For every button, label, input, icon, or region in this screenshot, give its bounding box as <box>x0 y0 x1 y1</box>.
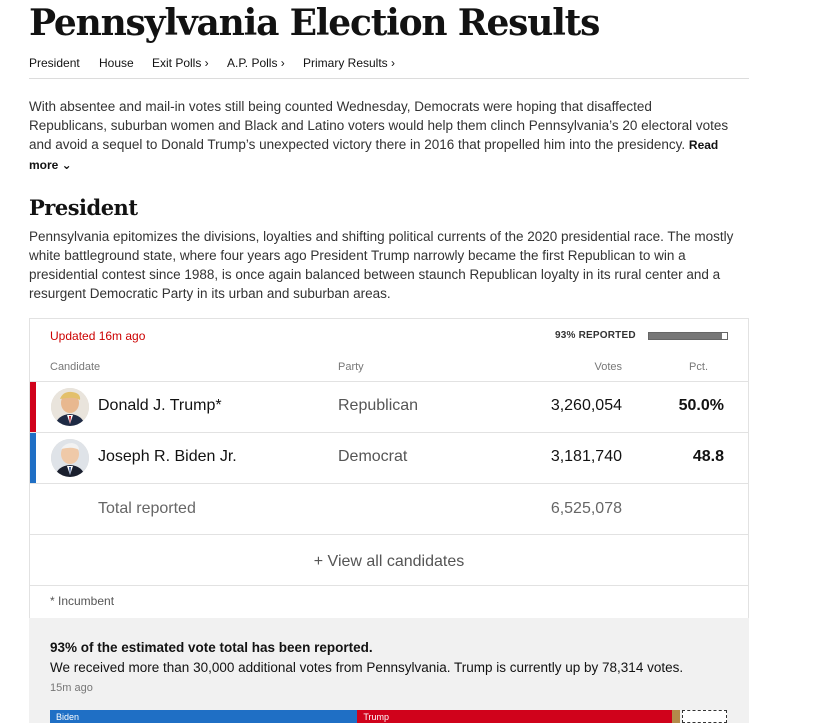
party-color-stripe <box>30 382 36 432</box>
estimate-headline: 93% of the estimated vote total has been… <box>50 640 373 655</box>
section-title: President <box>29 195 138 220</box>
view-all-row: + View all candidates <box>30 534 748 585</box>
total-row: Total reported 6,525,078 <box>30 483 748 534</box>
estimate-timestamp: 15m ago <box>50 682 93 694</box>
candidate-row-biden: Joseph R. Biden Jr. Democrat 3,181,740 4… <box>30 432 748 483</box>
candidate-avatar-trump <box>51 388 89 426</box>
nav-primary-results[interactable]: Primary Results › <box>303 56 395 70</box>
view-all-candidates-button[interactable]: + View all candidates <box>30 553 748 571</box>
candidate-pct: 48.8 <box>692 448 724 465</box>
vote-bar-segment-remaining <box>682 710 727 723</box>
estimate-body: We received more than 30,000 additional … <box>50 660 684 675</box>
incumbent-note: * Incumbent <box>50 594 115 608</box>
nav-exit-polls[interactable]: Exit Polls › <box>152 56 209 70</box>
footnote-row <box>30 585 748 620</box>
header-votes: Votes <box>594 361 622 373</box>
header-pct: Pct. <box>689 361 708 373</box>
updated-timestamp: Updated 16m ago <box>50 329 146 343</box>
vote-bar-segment-trump: Trump <box>357 710 673 723</box>
total-votes: 6,525,078 <box>550 500 622 517</box>
party-color-stripe <box>30 433 36 483</box>
nav-ap-polls[interactable]: A.P. Polls › <box>227 56 285 70</box>
candidate-name: Donald J. Trump* <box>98 397 222 414</box>
vote-estimate-panel: 93% of the estimated vote total has been… <box>29 618 749 723</box>
page-title: Pennsylvania Election Results <box>29 2 600 44</box>
candidate-party: Democrat <box>338 448 408 465</box>
intro-paragraph: With absentee and mail-in votes still be… <box>29 97 729 175</box>
reported-progress-bar <box>648 332 728 340</box>
candidate-avatar-biden <box>51 439 89 477</box>
header-candidate: Candidate <box>50 361 101 373</box>
candidate-pct: 50.0% <box>678 397 724 414</box>
section-description: Pennsylvania epitomizes the divisions, l… <box>29 229 734 301</box>
total-label: Total reported <box>98 500 196 517</box>
estimated-vote-bar: Biden Trump <box>50 710 727 723</box>
intro-text: With absentee and mail-in votes still be… <box>29 99 729 152</box>
candidate-votes: 3,181,740 <box>550 448 622 465</box>
vote-bar-segment-other <box>672 710 681 723</box>
candidate-name: Joseph R. Biden Jr. <box>98 448 237 465</box>
reported-label: 93% REPORTED <box>555 330 636 341</box>
candidate-row-trump: Donald J. Trump* Republican 3,260,054 50… <box>30 381 748 432</box>
section-nav: President House Exit Polls › A.P. Polls … <box>29 55 749 79</box>
nav-house[interactable]: House <box>99 56 134 70</box>
results-table: Updated 16m ago 93% REPORTED Candidate P… <box>29 318 749 619</box>
header-party: Party <box>338 361 364 373</box>
candidate-party: Republican <box>338 397 419 414</box>
reported-progress-fill <box>649 333 722 339</box>
nav-president[interactable]: President <box>29 56 80 70</box>
vote-bar-segment-biden: Biden <box>50 710 358 723</box>
candidate-votes: 3,260,054 <box>550 397 622 414</box>
